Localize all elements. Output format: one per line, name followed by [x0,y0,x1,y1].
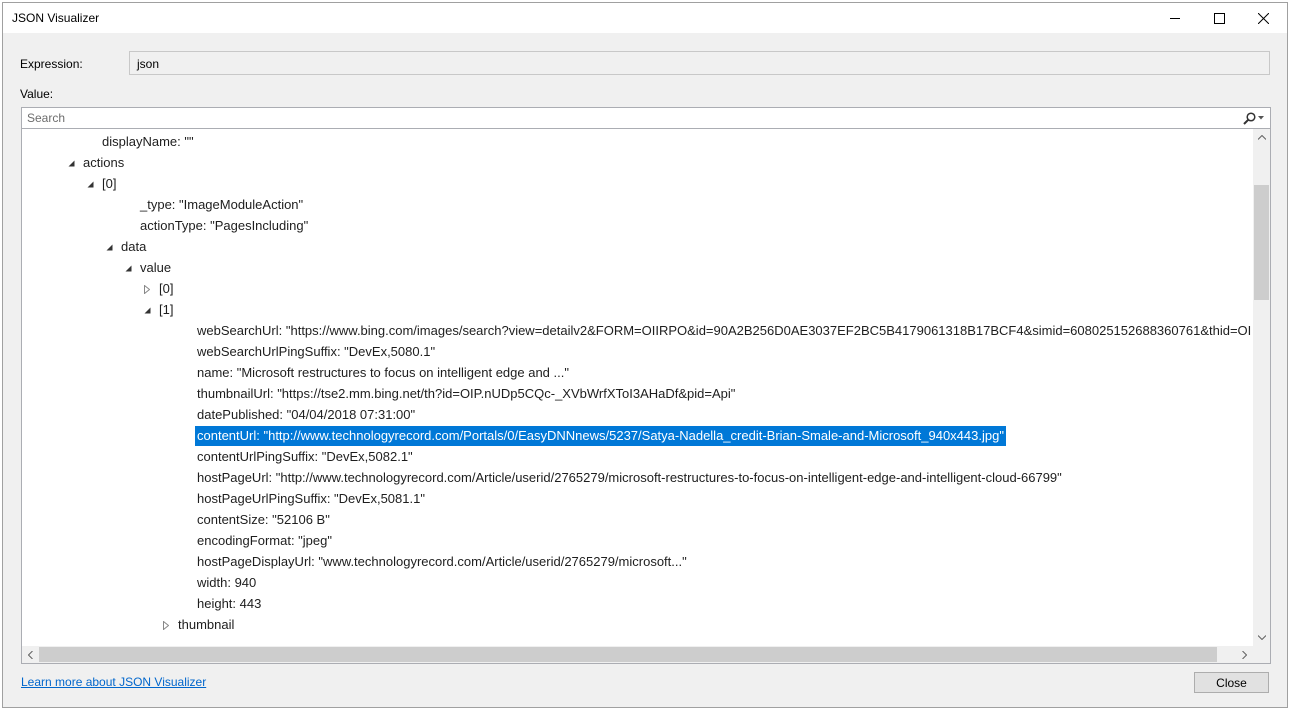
tree-row[interactable]: webSearchUrlPingSuffix: "DevEx,5080.1" [22,342,1252,362]
tree-row-text: value [140,260,172,275]
scroll-down-arrow-icon[interactable] [1253,629,1270,646]
search-button[interactable] [1242,110,1264,126]
tree-row-text: hostPageUrlPingSuffix: "DevEx,5081.1" [197,491,425,506]
learn-more-link[interactable]: Learn more about JSON Visualizer [21,675,206,689]
tree-row[interactable]: [1] [22,300,1252,320]
tree-row-text: encodingFormat: "jpeg" [197,533,332,548]
json-tree-view[interactable]: displayName: "" actions [0] _type: "ImageMo… [21,129,1271,664]
tree-row-text: webSearchUrl: "https://www.bing.com/imag… [197,323,1252,338]
tree-row[interactable]: contentUrlPingSuffix: "DevEx,5082.1" [22,447,1252,467]
minimize-icon [1169,17,1180,19]
maximize-button[interactable] [1197,3,1241,33]
tree-row[interactable]: [0] [22,174,1252,194]
tree-row-text: [0] [159,281,174,296]
tree-row[interactable]: contentSize: "52106 B" [22,510,1252,530]
scrollbar-corner [1253,646,1270,663]
window-title: JSON Visualizer [12,11,100,25]
tree-row-text: _type: "ImageModuleAction" [140,197,304,212]
expression-label: Expression: [20,57,83,71]
close-window-button[interactable] [1241,3,1285,33]
tree-row-text: [0] [102,176,117,191]
json-visualizer-window: JSON Visualizer Expression: json Value: … [2,2,1288,708]
tree-row[interactable]: value [22,258,1252,278]
tree-row-text: contentSize: "52106 B" [197,512,330,527]
tree-row-text: actions [83,155,125,170]
tree-row-text: hostPageDisplayUrl: "www.technologyrecor… [197,554,687,569]
title-bar: JSON Visualizer [3,3,1287,33]
tree-row-text: webSearchUrlPingSuffix: "DevEx,5080.1" [197,344,436,359]
tree-row[interactable]: name: "Microsoft restructures to focus o… [22,363,1252,383]
tree-row-text: contentUrlPingSuffix: "DevEx,5082.1" [197,449,413,464]
close-icon [1257,12,1269,24]
expanded-triangle-icon[interactable] [85,174,95,194]
scroll-right-arrow-icon[interactable] [1236,646,1253,663]
tree-row[interactable]: encodingFormat: "jpeg" [22,531,1252,551]
tree-row[interactable]: datePublished: "04/04/2018 07:31:00" [22,405,1252,425]
collapsed-triangle-icon[interactable] [142,279,152,299]
vertical-scrollbar[interactable] [1253,129,1270,646]
expression-value: json [137,57,160,71]
tree-row[interactable]: hostPageUrl: "http://www.technologyrecor… [22,468,1252,488]
tree-rows: displayName: "" actions [0] _type: "ImageMo… [22,129,1252,646]
tree-row-text: hostPageUrl: "http://www.technologyrecor… [197,470,1062,485]
tree-row-text: contentUrl: "http://www.technologyrecord… [195,426,1006,446]
dropdown-arrow-icon [1258,116,1264,120]
search-icon [1243,111,1256,125]
vertical-scroll-thumb[interactable] [1254,185,1269,300]
tree-row-text: actionType: "PagesIncluding" [140,218,309,233]
tree-row-text: height: 443 [197,596,262,611]
tree-row[interactable]: [0] [22,279,1252,299]
tree-row[interactable]: width: 940 [22,573,1252,593]
minimize-button[interactable] [1153,3,1197,33]
tree-row[interactable]: hostPageUrlPingSuffix: "DevEx,5081.1" [22,489,1252,509]
tree-row-text: data [121,239,147,254]
tree-row[interactable]: hostPageDisplayUrl: "www.technologyrecor… [22,552,1252,572]
tree-row-text: name: "Microsoft restructures to focus o… [197,365,569,380]
tree-row[interactable]: contentUrl: "http://www.technologyrecord… [22,426,1252,446]
tree-row[interactable]: actions [22,153,1252,173]
tree-row-text: displayName: "" [102,134,194,149]
tree-row[interactable]: height: 443 [22,594,1252,614]
expanded-triangle-icon[interactable] [66,153,76,173]
tree-row[interactable]: data [22,237,1252,257]
tree-row-text: datePublished: "04/04/2018 07:31:00" [197,407,416,422]
tree-row[interactable]: thumbnailUrl: "https://tse2.mm.bing.net/… [22,384,1252,404]
expanded-triangle-icon[interactable] [104,237,114,257]
horizontal-scrollbar[interactable] [22,646,1253,663]
tree-row-text: [1] [159,302,174,317]
value-label: Value: [20,87,54,101]
expanded-triangle-icon[interactable] [142,300,152,320]
maximize-icon [1213,12,1225,24]
close-button[interactable]: Close [1194,672,1269,693]
search-input[interactable] [22,108,1232,128]
horizontal-scroll-thumb[interactable] [39,647,1217,662]
tree-row[interactable]: displayName: "" [22,132,1252,152]
tree-row-text: thumbnailUrl: "https://tse2.mm.bing.net/… [197,386,736,401]
search-box [21,107,1271,129]
tree-row[interactable]: actionType: "PagesIncluding" [22,216,1252,236]
expanded-triangle-icon[interactable] [123,258,133,278]
tree-row[interactable]: _type: "ImageModuleAction" [22,195,1252,215]
tree-row-text: thumbnail [178,617,235,632]
tree-row[interactable]: webSearchUrl: "https://www.bing.com/imag… [22,321,1252,341]
tree-row[interactable]: thumbnail [22,615,1252,635]
tree-row-text: width: 940 [197,575,257,590]
scroll-up-arrow-icon[interactable] [1253,129,1270,146]
expression-field[interactable]: json [129,51,1270,75]
collapsed-triangle-icon[interactable] [161,615,171,635]
scroll-left-arrow-icon[interactable] [22,646,39,663]
